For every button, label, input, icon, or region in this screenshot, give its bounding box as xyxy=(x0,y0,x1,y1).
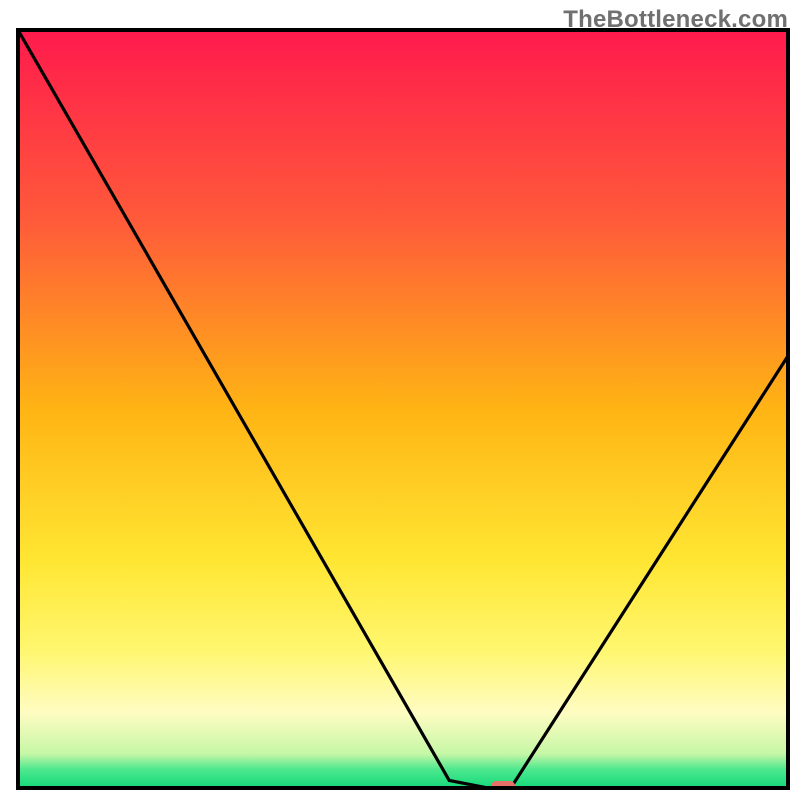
watermark-text: TheBottleneck.com xyxy=(563,6,788,34)
chart-svg xyxy=(0,0,800,800)
bottleneck-chart: TheBottleneck.com xyxy=(0,0,800,800)
gradient-background xyxy=(18,30,788,788)
